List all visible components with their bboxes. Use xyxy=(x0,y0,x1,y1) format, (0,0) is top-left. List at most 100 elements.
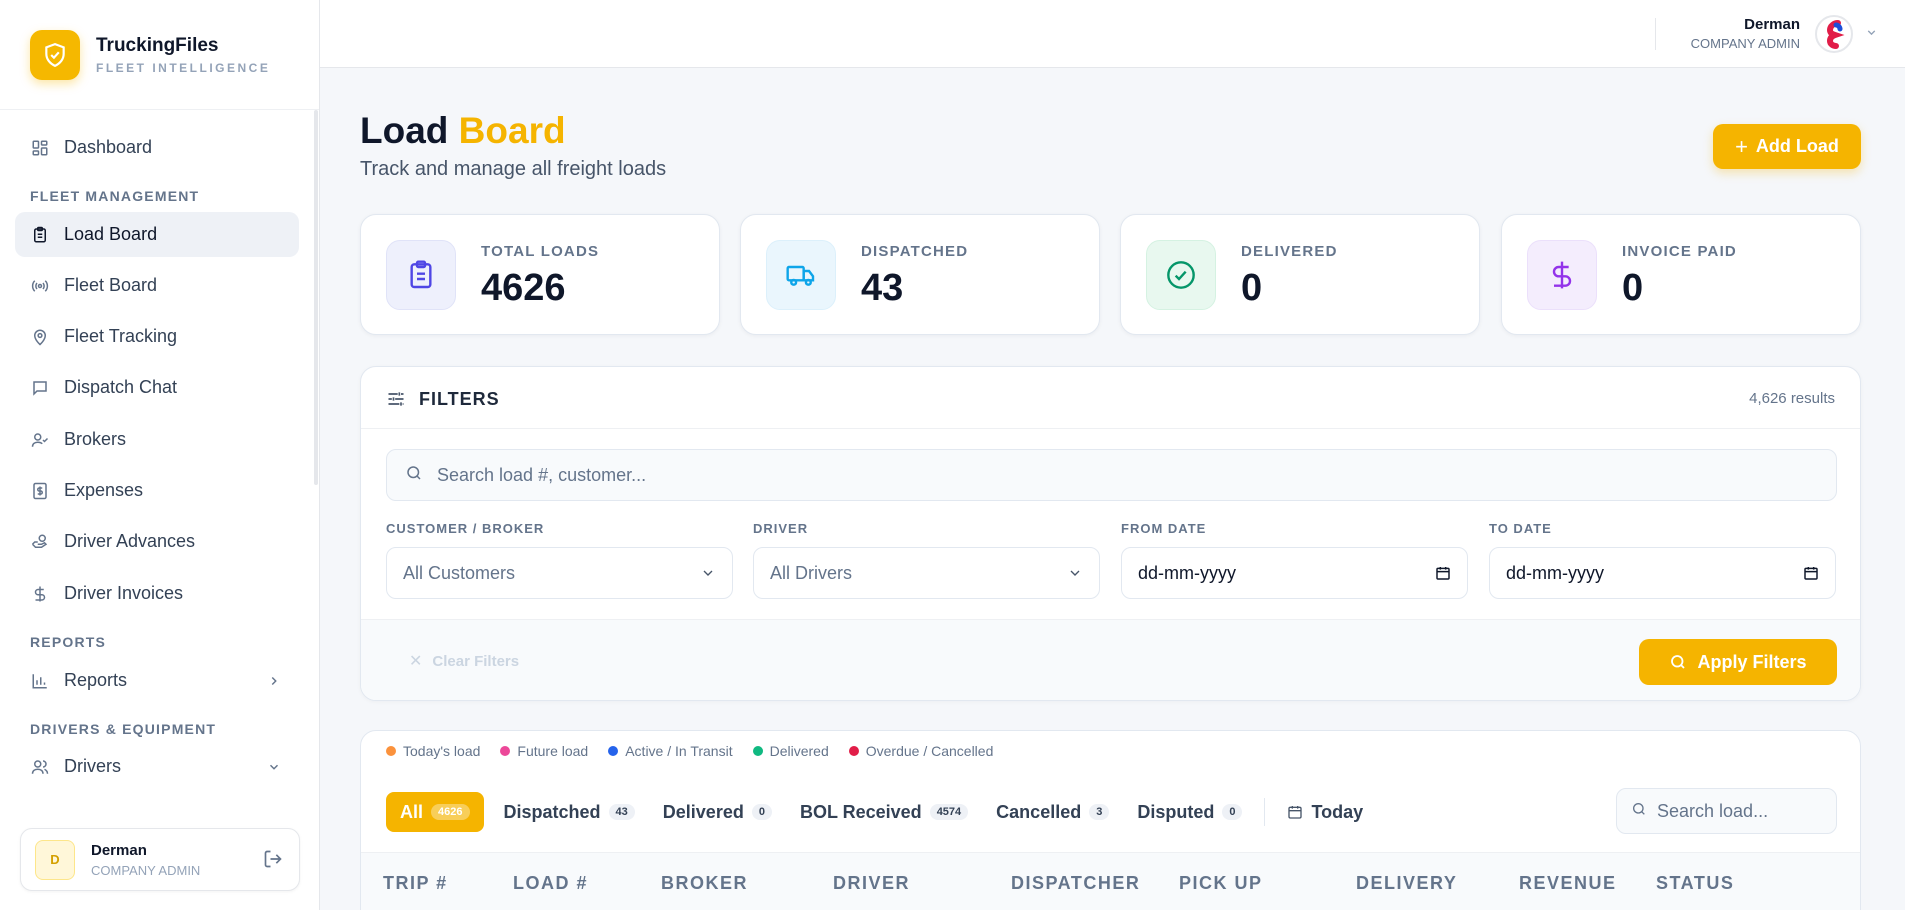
avatar: D xyxy=(35,839,75,880)
sidebar-item-reports[interactable]: Reports xyxy=(15,658,299,703)
filters-title: FILTERS xyxy=(419,389,500,409)
chevron-down-icon[interactable] xyxy=(1865,26,1878,44)
sidebar: TruckingFiles FLEET INTELLIGENCE Dashboa… xyxy=(0,0,320,910)
column-header[interactable]: LOAD # xyxy=(513,873,588,894)
tab-delivered[interactable]: Delivered 0 xyxy=(663,802,772,823)
chevron-down-icon xyxy=(1067,565,1083,586)
driver-select-value: All Drivers xyxy=(770,562,853,583)
driver-select[interactable]: All Drivers xyxy=(753,547,1100,599)
tab-label: BOL Received xyxy=(799,801,922,822)
stat-card-invoice-paid: INVOICE PAID 0 xyxy=(1501,214,1861,335)
sidebar-item-label: Drivers xyxy=(64,756,121,776)
sidebar-item-dashboard[interactable]: Dashboard xyxy=(15,125,299,170)
avatar[interactable] xyxy=(1815,15,1853,53)
status-tabs: All 4626 Dispatched 43 Delivered 0 BOL Rece… xyxy=(386,791,1391,833)
logout-icon[interactable] xyxy=(263,849,283,874)
sidebar-item-label: Load Board xyxy=(64,224,158,244)
page-subtitle: Track and manage all freight loads xyxy=(360,158,667,180)
filters-panel: FILTERS 4,626 results CUSTOMER / BROKER … xyxy=(360,366,1861,701)
legend-dot xyxy=(500,746,511,756)
check-circle-icon xyxy=(1146,240,1216,310)
truck-icon xyxy=(766,240,836,310)
stat-value: 4626 xyxy=(481,267,566,309)
apply-filters-button[interactable]: Apply Filters xyxy=(1639,639,1837,685)
sidebar-item-fleet-board[interactable]: Fleet Board xyxy=(15,263,299,308)
section-reports: REPORTS xyxy=(30,634,107,650)
calendar-icon[interactable] xyxy=(1803,565,1819,586)
tab-dispatched[interactable]: Dispatched 43 xyxy=(504,802,635,823)
from-date-input[interactable]: dd-mm-yyyy xyxy=(1121,547,1468,599)
user-role: COMPANY ADMIN xyxy=(91,862,201,878)
column-header[interactable]: DRIVER xyxy=(833,873,910,894)
search-icon xyxy=(1631,801,1647,822)
sidebar-item-dispatch-chat[interactable]: Dispatch Chat xyxy=(15,365,299,410)
customer-label: CUSTOMER / BROKER xyxy=(386,521,545,536)
customer-select[interactable]: All Customers xyxy=(386,547,733,599)
brand-name: TruckingFiles xyxy=(96,34,219,56)
column-header[interactable]: DELIVERY xyxy=(1356,873,1457,894)
plus-icon: + xyxy=(1735,133,1748,159)
tab-all[interactable]: All 4626 xyxy=(386,792,484,832)
search-field[interactable] xyxy=(386,449,1837,501)
tab-cancelled[interactable]: Cancelled 3 xyxy=(996,801,1110,823)
tab-label: Dispatched xyxy=(503,801,601,822)
legend-item: Overdue / Cancelled xyxy=(848,743,994,759)
sidebar-item-label: Driver Advances xyxy=(64,531,196,551)
divider xyxy=(1264,798,1266,826)
legend-label: Active / In Transit xyxy=(625,743,733,759)
sidebar-user-card: D Derman COMPANY ADMIN xyxy=(20,828,300,891)
search-input[interactable] xyxy=(437,464,1637,486)
legend-label: Overdue / Cancelled xyxy=(865,743,994,759)
to-date-value: dd-mm-yyyy xyxy=(1506,562,1604,583)
stat-card-delivered: DELIVERED 0 xyxy=(1120,214,1480,335)
apply-filters-label: Apply Filters xyxy=(1697,651,1807,672)
map-pin-icon xyxy=(30,327,50,347)
tab-disputed[interactable]: Disputed 0 xyxy=(1137,802,1243,823)
sidebar-item-fleet-tracking[interactable]: Fleet Tracking xyxy=(15,314,299,359)
clear-filters-button[interactable]: ✕ Clear Filters xyxy=(409,651,519,671)
tab-bol-received[interactable]: BOL Received 4574 xyxy=(799,801,969,823)
chevron-down-icon xyxy=(267,758,281,779)
user-check-icon xyxy=(30,430,50,450)
sidebar-item-drivers[interactable]: Drivers xyxy=(15,744,299,789)
clipboard-icon xyxy=(30,225,50,245)
sidebar-item-label: Driver Invoices xyxy=(64,583,184,603)
tab-label: Today xyxy=(1311,801,1364,822)
sidebar-item-label: Dispatch Chat xyxy=(64,377,178,397)
sidebar-item-driver-invoices[interactable]: Driver Invoices xyxy=(15,571,299,616)
sidebar-item-brokers[interactable]: Brokers xyxy=(15,417,299,462)
column-header[interactable]: DISPATCHER xyxy=(1011,873,1140,894)
close-icon: ✕ xyxy=(409,653,423,670)
filters-footer: ✕ Clear Filters Apply Filters xyxy=(361,619,1860,700)
sidebar-item-label: Brokers xyxy=(64,429,127,449)
legend-label: Today's load xyxy=(403,743,481,759)
chat-icon xyxy=(30,378,50,398)
sidebar-item-load-board[interactable]: Load Board xyxy=(15,212,299,257)
page-title: Load Board xyxy=(360,110,566,152)
load-search-field[interactable] xyxy=(1616,788,1837,834)
column-header[interactable]: BROKER xyxy=(661,873,748,894)
bar-chart-icon xyxy=(30,671,50,691)
add-load-button[interactable]: + Add Load xyxy=(1713,124,1861,169)
section-fleet-management: FLEET MANAGEMENT xyxy=(30,188,200,204)
sidebar-scrollbar[interactable] xyxy=(314,110,318,485)
tab-label: Cancelled xyxy=(996,801,1082,822)
column-header[interactable]: STATUS xyxy=(1656,873,1734,894)
search-icon xyxy=(1671,655,1686,669)
clipboard-list-icon xyxy=(386,240,456,310)
sidebar-item-expenses[interactable]: Expenses xyxy=(15,468,299,513)
sidebar-item-label: Fleet Board xyxy=(64,275,158,295)
driver-label: DRIVER xyxy=(753,521,809,536)
tab-today[interactable]: Today xyxy=(1287,802,1363,823)
calendar-icon[interactable] xyxy=(1435,565,1451,586)
count-badge: 4626 xyxy=(431,804,470,820)
column-header[interactable]: TRIP # xyxy=(383,873,448,894)
tab-label: All xyxy=(400,801,424,822)
sidebar-item-driver-advances[interactable]: Driver Advances xyxy=(15,519,299,564)
column-header[interactable]: REVENUE xyxy=(1519,873,1617,894)
load-search-input[interactable] xyxy=(1657,800,1827,822)
stat-label: TOTAL LOADS xyxy=(481,243,600,260)
column-header[interactable]: PICK UP xyxy=(1179,873,1263,894)
topbar-user[interactable]: Derman COMPANY ADMIN xyxy=(1691,16,1800,51)
to-date-input[interactable]: dd-mm-yyyy xyxy=(1489,547,1836,599)
